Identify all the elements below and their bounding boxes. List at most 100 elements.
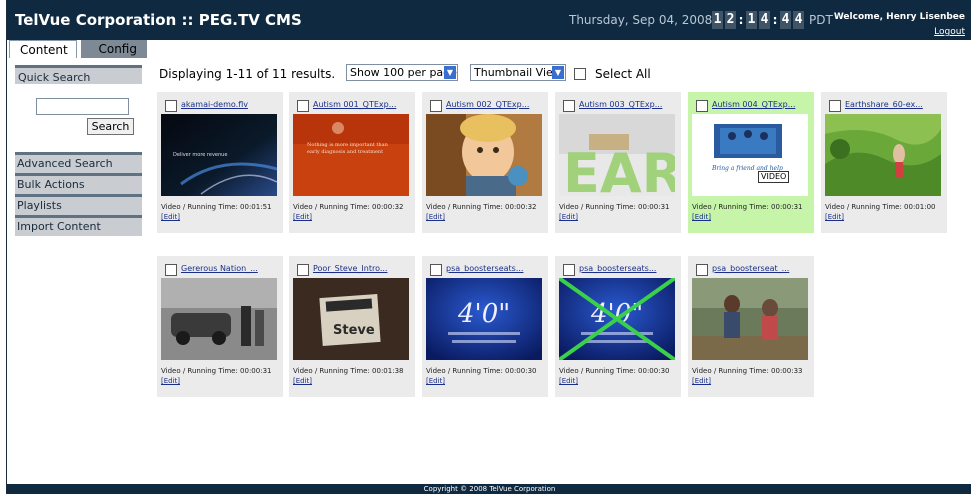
edit-link[interactable]: [Edit]	[293, 213, 312, 221]
edit-link[interactable]: [Edit]	[161, 377, 180, 385]
item-title-link[interactable]: Poor_Steve_Intro...	[313, 264, 387, 273]
per-page-value: Show 100 per page	[350, 66, 457, 79]
sidebar-item-import-content[interactable]: Import Content	[15, 215, 142, 236]
item-title-link[interactable]: Autism 001_QTExp...	[313, 100, 396, 109]
media-card: Autism 002_QTExp... Video / Running Time…	[422, 92, 548, 233]
item-checkbox[interactable]	[165, 264, 177, 276]
tab-content[interactable]: Content	[9, 40, 77, 58]
media-card: Autism 001_QTExp... Nothing is more impo…	[289, 92, 415, 233]
item-meta: Video / Running Time: 00:00:30	[426, 367, 537, 375]
item-meta: Video / Running Time: 00:00:31	[559, 203, 670, 211]
item-title-link[interactable]: Autism 002_QTExp...	[446, 100, 529, 109]
edit-link[interactable]: [Edit]	[825, 213, 844, 221]
item-title-link[interactable]: psa_boosterseats...	[446, 264, 523, 273]
results-count: Displaying 1-11 of 11 results.	[159, 67, 336, 81]
media-card: Poor_Steve_Intro... Steve Video / Runnin…	[289, 256, 415, 397]
item-checkbox[interactable]	[165, 100, 177, 112]
sidebar: Quick Search Search Advanced Search Bulk…	[15, 65, 142, 236]
item-checkbox[interactable]	[696, 264, 708, 276]
clock: 1 2 : 1 4 : 4 4 PDT	[712, 10, 833, 30]
thumbnail-caption: Steve	[333, 323, 375, 338]
app-frame: TelVue Corporation :: PEG.TV CMS Thursda…	[6, 0, 971, 494]
sidebar-item-advanced-search[interactable]: Advanced Search	[15, 152, 142, 173]
video-thumbnail[interactable]: 4'0"	[426, 278, 542, 360]
quick-search-panel: Search	[15, 84, 142, 152]
sidebar-item-playlists[interactable]: Playlists	[15, 194, 142, 215]
tooltip: VIDEO	[758, 171, 790, 183]
sidebar-item-quick-search[interactable]: Quick Search	[15, 65, 142, 84]
results-toolbar: Displaying 1-11 of 11 results. Show 100 …	[159, 62, 959, 84]
edit-link[interactable]: [Edit]	[559, 213, 578, 221]
tab-config[interactable]: Config	[81, 40, 147, 58]
search-button[interactable]: Search	[87, 118, 134, 135]
per-page-select[interactable]: Show 100 per page ▼	[346, 64, 458, 81]
media-card: psa_boosterseats... 4'0" Video / Running…	[422, 256, 548, 397]
item-checkbox[interactable]	[829, 100, 841, 112]
item-checkbox[interactable]	[696, 100, 708, 112]
view-mode-select[interactable]: Thumbnail View ▼	[470, 64, 566, 81]
media-card: Gererous Nation_... Video / Running Time…	[157, 256, 283, 397]
item-meta: Video / Running Time: 00:01:38	[293, 367, 404, 375]
item-title-link[interactable]: psa_boosterseats...	[579, 264, 656, 273]
timezone-label: PDT	[809, 13, 833, 27]
item-checkbox[interactable]	[563, 100, 575, 112]
item-checkbox[interactable]	[430, 264, 442, 276]
clock-separator: :	[738, 13, 744, 27]
item-title-link[interactable]: Autism 004_QTExp...	[712, 100, 795, 109]
video-thumbnail[interactable]: Bring a friend and help	[692, 114, 808, 196]
edit-link[interactable]: [Edit]	[426, 213, 445, 221]
logout-link[interactable]: Logout	[934, 27, 965, 37]
edit-link[interactable]: [Edit]	[692, 213, 711, 221]
chevron-down-icon: ▼	[444, 66, 456, 79]
select-all-checkbox[interactable]	[574, 68, 586, 80]
video-thumbnail[interactable]: Deliver more revenue	[161, 114, 277, 196]
media-card: akamai-demo.flv Deliver more revenue Vid…	[157, 92, 283, 233]
clock-digit: 4	[780, 11, 791, 29]
video-thumbnail[interactable]	[426, 114, 542, 196]
edit-link[interactable]: [Edit]	[426, 377, 445, 385]
video-thumbnail[interactable]	[692, 278, 808, 360]
item-meta: Video / Running Time: 00:00:32	[426, 203, 537, 211]
clock-digit: 1	[746, 11, 757, 29]
media-card: Earthshare_60-ex... Video / Running Time…	[821, 92, 947, 233]
item-meta: Video / Running Time: 00:00:30	[559, 367, 670, 375]
edit-link[interactable]: [Edit]	[161, 213, 180, 221]
chevron-down-icon: ▼	[552, 66, 564, 79]
item-title-link[interactable]: psa_boosterseat_...	[712, 264, 789, 273]
clock-digit: 4	[759, 11, 770, 29]
edit-link[interactable]: [Edit]	[293, 377, 312, 385]
sidebar-item-bulk-actions[interactable]: Bulk Actions	[15, 173, 142, 194]
item-checkbox[interactable]	[430, 100, 442, 112]
item-checkbox[interactable]	[297, 100, 309, 112]
video-thumbnail[interactable]	[825, 114, 941, 196]
main-tabs: Content Config	[7, 40, 971, 58]
media-card-selected: Autism 004_QTExp... Bring a friend and h…	[688, 92, 814, 233]
item-meta: Video / Running Time: 00:01:00	[825, 203, 936, 211]
item-checkbox[interactable]	[297, 264, 309, 276]
edit-link[interactable]: [Edit]	[559, 377, 578, 385]
item-title-link[interactable]: akamai-demo.flv	[181, 100, 248, 109]
thumbnail-caption: 4'0"	[457, 299, 510, 329]
copyright-text: Copyright © 2008 TelVue Corporation	[423, 485, 556, 493]
thumbnail-caption: EAR	[563, 142, 675, 196]
video-thumbnail[interactable]: Steve	[293, 278, 409, 360]
item-title-link[interactable]: Autism 003_QTExp...	[579, 100, 662, 109]
item-title-link[interactable]: Earthshare_60-ex...	[845, 100, 923, 109]
thumbnail-caption: Nothing is more important than early dia…	[307, 142, 388, 155]
search-input[interactable]	[36, 98, 129, 115]
item-meta: Video / Running Time: 00:00:33	[692, 367, 803, 375]
item-meta: Video / Running Time: 00:01:51	[161, 203, 272, 211]
clock-digit: 4	[793, 11, 804, 29]
video-thumbnail[interactable]: 4'0"	[559, 278, 675, 360]
video-thumbnail[interactable]	[161, 278, 277, 360]
thumbnail-caption: Deliver more revenue	[173, 152, 227, 158]
item-meta: Video / Running Time: 00:00:31	[692, 203, 803, 211]
video-thumbnail[interactable]: Nothing is more important than early dia…	[293, 114, 409, 196]
item-meta: Video / Running Time: 00:00:31	[161, 367, 272, 375]
edit-link[interactable]: [Edit]	[692, 377, 711, 385]
video-thumbnail[interactable]: EAR	[559, 114, 675, 196]
media-card: psa_boosterseats... 4'0" Video / Running…	[555, 256, 681, 397]
item-title-link[interactable]: Gererous Nation_...	[181, 264, 258, 273]
item-checkbox[interactable]	[563, 264, 575, 276]
app-title: TelVue Corporation :: PEG.TV CMS	[15, 11, 302, 29]
